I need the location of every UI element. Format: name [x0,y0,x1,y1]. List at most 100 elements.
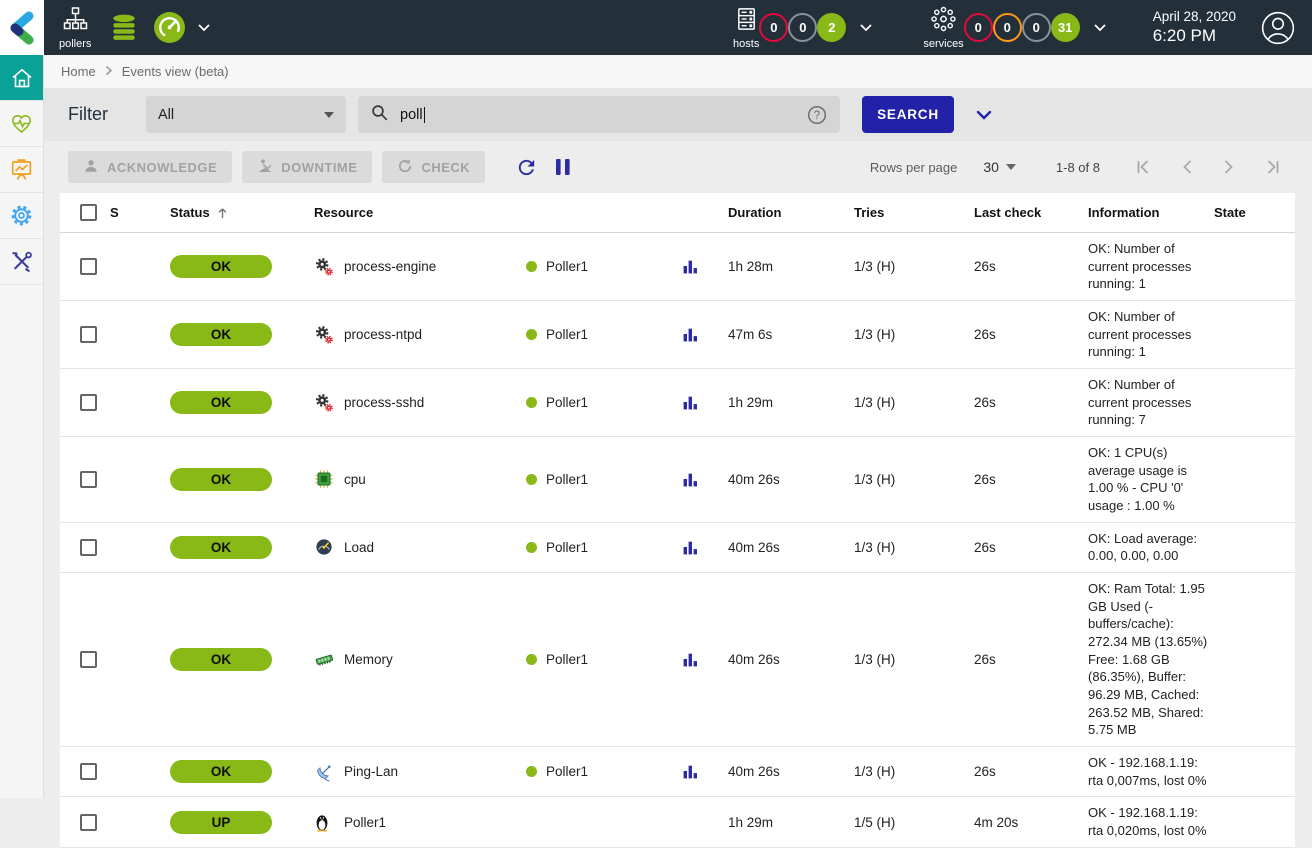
home-icon [10,66,34,90]
table-row[interactable]: OK Ping-Lan Poller1 40m 26s 1/3 (H) 26s … [60,747,1295,797]
status-badge: OK [170,323,272,346]
services-critical-count[interactable]: 0 [964,13,993,42]
column-duration[interactable]: Duration [728,205,840,220]
hosts-up-count[interactable]: 2 [817,13,846,42]
table-header-row: S Status Resource Duration Tries Last ch… [60,193,1295,233]
breadcrumb-home[interactable]: Home [61,64,96,79]
user-avatar[interactable] [1260,10,1296,46]
filter-criteria-select[interactable]: All [146,96,346,133]
pollers-chevron-down-icon[interactable] [197,23,211,32]
parent-poller-name: Poller1 [546,764,588,779]
table-row[interactable]: OK process-ntpd Poller1 47m 6s 1/3 (H) 2… [60,301,1295,369]
search-value: poll [400,107,423,123]
row-checkbox[interactable] [80,763,97,780]
breadcrumb-current: Events view (beta) [122,64,229,79]
filter-expand-chevron-icon[interactable] [976,110,992,120]
table-row[interactable]: OK Memory Poller1 40m 26s 1/3 (H) 26s OK… [60,573,1295,747]
select-all-checkbox[interactable] [80,204,97,221]
column-last-check[interactable]: Last check [952,205,1068,220]
poller-up-dot-icon [526,397,537,408]
resource-name: process-ntpd [344,327,422,342]
column-tries[interactable]: Tries [840,205,952,220]
duration-cell: 40m 26s [728,652,840,667]
information-cell: OK: Number of current processes running:… [1068,301,1214,368]
last-check-cell: 26s [952,472,1068,487]
services-chevron-down-icon[interactable] [1093,23,1107,32]
services-status[interactable]: services [923,6,963,50]
column-status-sort[interactable]: Status [170,205,229,220]
resource-name: cpu [344,472,366,487]
column-resource[interactable]: Resource [314,205,526,220]
first-page-button[interactable] [1136,159,1151,175]
row-checkbox[interactable] [80,539,97,556]
last-page-button[interactable] [1265,159,1280,175]
hosts-unreachable-count[interactable]: 0 [788,13,817,42]
row-checkbox[interactable] [80,258,97,275]
rows-per-page-select[interactable]: 30 [983,159,1016,175]
person-icon [83,158,99,177]
graph-button[interactable] [682,258,699,275]
poller-up-dot-icon [526,766,537,777]
downtime-button[interactable]: DOWNTIME [242,151,372,183]
table-row[interactable]: OK process-engine Poller1 1h 28m 1/3 (H)… [60,233,1295,301]
search-button[interactable]: SEARCH [862,96,954,133]
information-cell: OK: Ram Total: 1.95 GB Used (-buffers/ca… [1068,573,1214,746]
hosts-status[interactable]: hosts [733,6,759,50]
resource-name: Memory [344,652,393,667]
sidebar-item-reporting[interactable] [0,147,43,193]
services-ok-count[interactable]: 31 [1051,13,1080,42]
sidebar [0,55,44,798]
acknowledge-button[interactable]: ACKNOWLEDGE [68,151,232,183]
row-checkbox[interactable] [80,326,97,343]
graph-button[interactable] [682,326,699,343]
breadcrumb: Home Events view (beta) [44,55,1312,88]
information-cell: OK: Number of current processes running:… [1068,233,1214,300]
graph-button[interactable] [682,471,699,488]
duration-cell: 1h 29m [728,815,840,830]
sidebar-item-monitoring[interactable] [0,101,43,147]
centreon-logo[interactable] [0,0,44,55]
graph-button[interactable] [682,539,699,556]
table-row[interactable]: OK cpu Poller1 40m 26s 1/3 (H) 26s OK: 1… [60,437,1295,523]
centreon-logo-icon [5,8,39,48]
graph-button[interactable] [682,651,699,668]
pause-button[interactable] [554,157,572,177]
latency-gauge-icon[interactable] [153,11,186,44]
pollers-status[interactable]: pollers [59,6,91,50]
parent-poller: Poller1 [526,540,678,555]
database-icon[interactable] [109,13,139,43]
row-checkbox[interactable] [80,814,97,831]
rows-per-page-label: Rows per page [870,160,957,175]
recheck-icon [397,158,413,177]
row-checkbox[interactable] [80,471,97,488]
table-row[interactable]: OK process-sshd Poller1 1h 29m 1/3 (H) 2… [60,369,1295,437]
parent-poller: Poller1 [526,472,678,487]
tries-cell: 1/5 (H) [840,815,952,830]
search-help-icon[interactable]: ? [807,105,827,125]
sidebar-item-administration[interactable] [0,239,43,285]
search-input[interactable]: poll ? [358,96,840,133]
parent-poller-name: Poller1 [546,652,588,667]
check-button[interactable]: CHECK [382,151,485,183]
refresh-button[interactable] [515,156,538,179]
row-checkbox[interactable] [80,394,97,411]
graph-button[interactable] [682,394,699,411]
graph-button[interactable] [682,763,699,780]
services-unknown-count[interactable]: 0 [1022,13,1051,42]
previous-page-button[interactable] [1181,159,1193,175]
parent-poller-name: Poller1 [546,540,588,555]
services-warning-count[interactable]: 0 [993,13,1022,42]
hosts-down-count[interactable]: 0 [759,13,788,42]
sidebar-item-home[interactable] [0,55,43,101]
column-state[interactable]: State [1214,205,1295,220]
resource-name: Load [344,540,374,555]
column-information[interactable]: Information [1068,205,1214,220]
breadcrumb-separator-icon [105,64,113,79]
table-row[interactable]: UP Poller1 1h 29m 1/5 (H) 4m 20s OK - 19… [60,797,1295,847]
row-checkbox[interactable] [80,651,97,668]
table-row[interactable]: OK Load Poller1 40m 26s 1/3 (H) 26s OK: … [60,523,1295,573]
sidebar-item-configuration[interactable] [0,193,43,239]
next-page-button[interactable] [1223,159,1235,175]
select-caret-icon [324,112,334,118]
hosts-chevron-down-icon[interactable] [859,23,873,32]
